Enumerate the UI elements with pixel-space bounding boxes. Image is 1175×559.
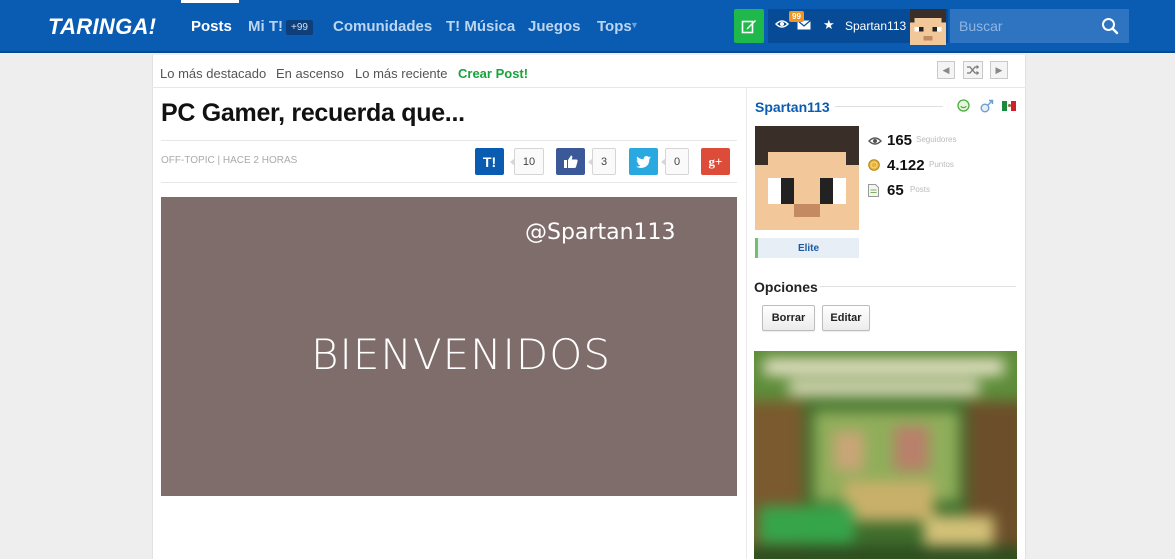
prev-icon: ◀ — [942, 64, 950, 75]
chevron-down-icon: ▼ — [630, 20, 639, 30]
points-label: Puntos — [929, 160, 954, 169]
new-post-icon — [741, 20, 756, 34]
posts-count: 65 — [887, 182, 904, 199]
advertisement-image — [754, 351, 1017, 559]
random-post-button[interactable] — [963, 61, 983, 79]
delete-button[interactable]: Borrar — [762, 305, 815, 331]
document-icon — [868, 184, 879, 197]
followers-label: Seguidores — [916, 135, 957, 144]
taringa-logo[interactable]: TARINGA! — [48, 14, 156, 40]
author-avatar[interactable] — [755, 126, 859, 230]
facebook-share-count: 3 — [588, 148, 616, 175]
followers-count: 165 — [887, 132, 913, 149]
coin-icon — [868, 159, 880, 171]
star-icon[interactable]: ★ — [823, 17, 835, 33]
image-handle-text: @Spartan113 — [525, 220, 676, 245]
post-meta: OFF-TOPIC | HACE 2 HORAS — [161, 155, 298, 166]
points-count: 4.122 — [887, 157, 925, 174]
divider — [161, 140, 737, 141]
smile-icon — [957, 99, 970, 112]
user-avatar[interactable] — [910, 9, 946, 45]
taringa-share-button[interactable]: T! — [475, 148, 504, 175]
nav-posts[interactable]: Posts — [191, 18, 232, 35]
nav-comunidades[interactable]: Comunidades — [333, 18, 432, 35]
nav-mi-t[interactable]: Mi T! — [248, 18, 283, 35]
search-icon[interactable] — [1101, 17, 1119, 35]
taringa-share-count: 10 — [510, 148, 544, 175]
edit-button[interactable]: Editar — [822, 305, 870, 331]
options-title: Opciones — [754, 279, 818, 295]
eye-icon — [868, 137, 882, 145]
subnav-reciente[interactable]: Lo más reciente — [355, 66, 448, 81]
shuffle-icon — [967, 65, 979, 75]
column-divider — [746, 88, 747, 559]
subnav-destacado[interactable]: Lo más destacado — [160, 66, 266, 81]
notification-badge: 99 — [789, 11, 804, 22]
nav-tops[interactable]: Tops — [597, 18, 632, 35]
create-post-link[interactable]: Crear Post! — [458, 66, 528, 81]
like-icon — [563, 155, 578, 168]
posts-label: Posts — [910, 185, 931, 194]
google-plus-icon: g+ — [708, 153, 723, 169]
twitter-share-button[interactable] — [629, 148, 658, 175]
header-username[interactable]: Spartan113 — [845, 19, 906, 33]
mexico-flag-icon — [1002, 101, 1017, 111]
new-post-button[interactable] — [734, 9, 764, 43]
nav-t-musica[interactable]: T! Música — [446, 18, 515, 35]
twitter-share-count: 0 — [661, 148, 689, 175]
bird-icon — [636, 155, 651, 168]
next-icon: ▶ — [995, 64, 1003, 75]
facebook-share-button[interactable] — [556, 148, 585, 175]
google-plus-share-button[interactable]: g+ — [701, 148, 730, 175]
eye-icon[interactable] — [775, 19, 789, 29]
advertisement-banner[interactable] — [754, 351, 1017, 559]
user-rank-badge: Elite — [755, 238, 859, 258]
divider — [152, 87, 1026, 88]
image-welcome-text: BIENVENIDOS — [311, 330, 611, 379]
prev-post-button[interactable]: ◀ — [937, 61, 955, 79]
author-username[interactable]: Spartan113 — [755, 99, 830, 115]
nav-juegos[interactable]: Juegos — [528, 18, 581, 35]
active-tab-indicator — [181, 0, 239, 3]
male-gender-icon — [980, 99, 994, 113]
next-post-button[interactable]: ▶ — [990, 61, 1008, 79]
subnav-ascenso[interactable]: En ascenso — [276, 66, 344, 81]
taringa-icon: T! — [482, 153, 497, 170]
post-title: PC Gamer, recuerda que... — [161, 99, 465, 127]
divider — [161, 182, 737, 183]
mi-t-count-badge: +99 — [286, 20, 313, 35]
divider — [835, 106, 943, 107]
